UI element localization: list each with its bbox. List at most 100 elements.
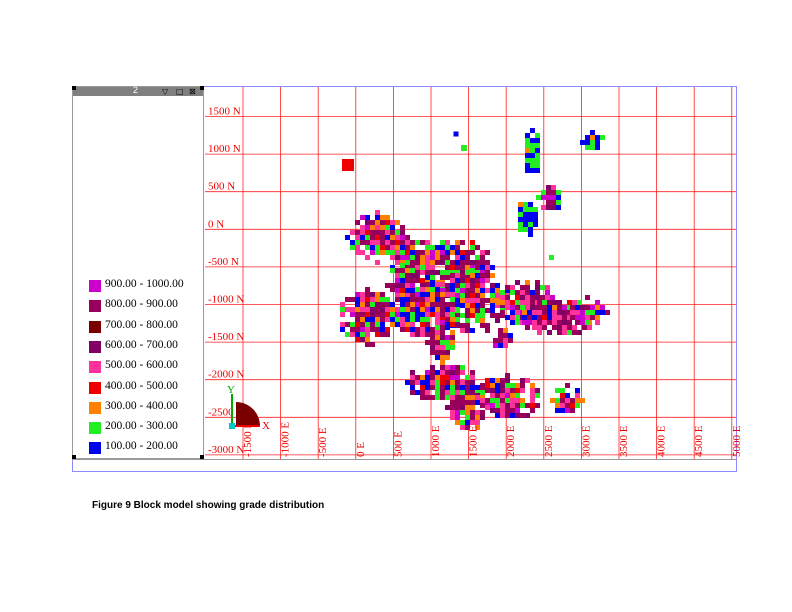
easting-labels: -1500 E -1000 E -500 E0 E 500 E 1000 E 1500 E… (242, 422, 743, 457)
model-block (390, 220, 395, 225)
model-block (400, 297, 405, 302)
model-block (470, 400, 475, 405)
model-block (540, 285, 545, 290)
model-block (515, 413, 520, 418)
model-block (528, 212, 533, 217)
model-block (495, 313, 500, 318)
model-block (380, 302, 385, 307)
model-block (455, 283, 460, 288)
model-block (570, 408, 575, 413)
model-block (585, 295, 590, 300)
model-block (430, 292, 435, 297)
model-block (551, 200, 556, 205)
legend-panel-title: 2 (133, 85, 139, 95)
model-block (465, 270, 470, 275)
model-block (400, 263, 405, 268)
model-block (600, 310, 605, 315)
model-block (562, 315, 567, 320)
model-block (410, 240, 415, 245)
model-block (565, 310, 570, 315)
model-block (528, 227, 533, 232)
model-block (530, 158, 535, 163)
model-block (510, 285, 515, 290)
model-block (430, 265, 435, 270)
model-block (445, 275, 450, 280)
model-block (340, 307, 345, 312)
model-block (390, 235, 395, 240)
model-block (530, 393, 535, 398)
model-block (500, 408, 505, 413)
model-block (380, 250, 385, 255)
model-block (410, 307, 415, 312)
model-block (415, 317, 420, 322)
model-block (455, 385, 460, 390)
model-block (430, 287, 435, 292)
northing-label: 1000 N (208, 143, 241, 155)
model-block (445, 395, 450, 400)
legend-panel: 2 ▽ □ ⊠ 900.00 - 1000.00 800.00 - 900.00 7… (72, 85, 204, 459)
model-block (493, 343, 498, 348)
model-block (535, 158, 540, 163)
model-block (450, 405, 455, 410)
model-block (535, 280, 540, 285)
model-block (365, 337, 370, 342)
model-block (450, 265, 455, 270)
model-block (420, 395, 425, 400)
panel-corner-handle[interactable] (72, 86, 76, 90)
model-block (530, 290, 535, 295)
model-block (370, 312, 375, 317)
model-block (523, 227, 528, 232)
model-block (395, 268, 400, 273)
model-block (445, 317, 450, 322)
model-block (590, 145, 595, 150)
model-block (550, 295, 555, 300)
model-block (545, 295, 550, 300)
model-block (523, 212, 528, 217)
model-block (370, 327, 375, 332)
model-block (595, 135, 600, 140)
model-block (535, 388, 540, 393)
axes-origin (229, 423, 235, 429)
model-block (460, 298, 465, 303)
model-block (557, 330, 562, 335)
restore-icon[interactable]: □ (176, 87, 184, 96)
model-block (515, 280, 520, 285)
model-block (360, 235, 365, 240)
panel-corner-handle[interactable] (200, 86, 204, 90)
model-block (485, 328, 490, 333)
y-axis-label: Y (227, 384, 235, 396)
model-block (465, 420, 470, 425)
model-block (495, 403, 500, 408)
model-block (577, 300, 582, 305)
model-block (415, 312, 420, 317)
model-block (415, 240, 420, 245)
model-block (355, 250, 360, 255)
model-block (400, 268, 405, 273)
model-block (365, 297, 370, 302)
model-block (380, 297, 385, 302)
model-block (570, 310, 575, 315)
model-block (537, 325, 542, 330)
model-block (485, 398, 490, 403)
model-block (380, 307, 385, 312)
model-block (430, 255, 435, 260)
model-block (505, 378, 510, 383)
model-block (523, 207, 528, 212)
legend-panel-titlebar[interactable]: 2 ▽ □ ⊠ (73, 85, 203, 96)
model-block (565, 383, 570, 388)
model-block (485, 265, 490, 270)
model-block (570, 403, 575, 408)
model-block (415, 307, 420, 312)
model-block (410, 302, 415, 307)
model-block (475, 283, 480, 288)
model-block (415, 375, 420, 380)
model-block (385, 332, 390, 337)
model-block (450, 245, 455, 250)
model-block (445, 325, 450, 330)
collapse-icon[interactable]: ▽ (162, 87, 168, 96)
model-block (575, 310, 580, 315)
model-block (490, 298, 495, 303)
easting-label: 2000 E (505, 425, 517, 457)
close-icon[interactable]: ⊠ (189, 87, 196, 96)
model-block (590, 140, 595, 145)
